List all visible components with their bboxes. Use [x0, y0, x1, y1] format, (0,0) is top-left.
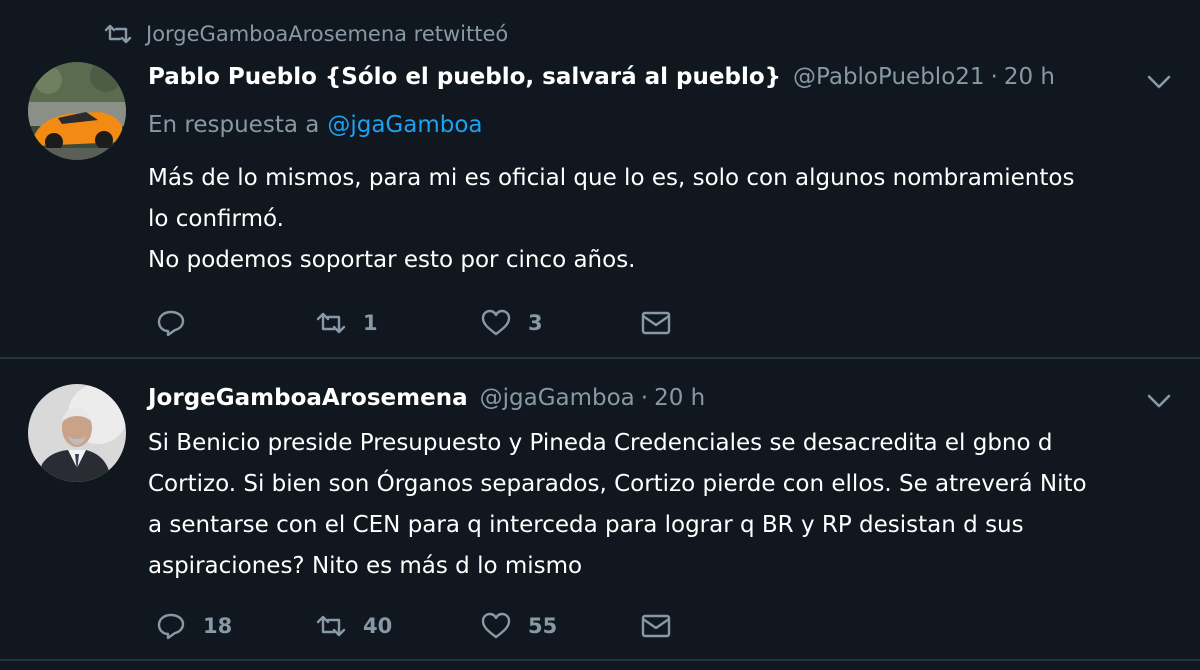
heart-icon — [481, 612, 511, 639]
like-button[interactable]: 3 — [480, 308, 640, 338]
avatar[interactable] — [28, 62, 126, 160]
direct-message-button[interactable] — [640, 308, 672, 338]
reply-button[interactable]: 18 — [155, 611, 315, 641]
like-count: 3 — [528, 311, 543, 335]
tweet-text-line: a sentarse con el CEN para q interceda p… — [148, 512, 1024, 538]
retweet-button[interactable]: 1 — [315, 308, 480, 338]
like-count: 55 — [528, 614, 558, 638]
avatar-image — [28, 384, 126, 482]
retweet-icon — [316, 312, 346, 334]
tweet-text: Más de lo mismos, para mi es oficial que… — [148, 158, 1168, 281]
tweet[interactable]: JorgeGamboaArosemena retwitteó Pablo Pue… — [0, 0, 1200, 359]
avatar[interactable] — [28, 384, 126, 482]
reply-icon — [157, 310, 185, 337]
tweet-text-line: No podemos soportar esto por cinco años. — [148, 247, 636, 273]
tweet-text-line: aspiraciones? Nito es más d lo mismo — [148, 553, 583, 579]
tweet-actions: 1 3 — [155, 308, 672, 338]
tweet-actions: 18 40 55 — [155, 611, 672, 641]
display-name[interactable]: Pablo Pueblo {Sólo el pueblo, salvará al… — [148, 64, 781, 90]
reply-count: 18 — [203, 614, 233, 638]
timestamp[interactable]: 20 h — [654, 385, 705, 411]
separator: · — [990, 64, 998, 90]
tweet-text: Si Benicio preside Presupuesto y Pineda … — [148, 423, 1168, 587]
envelope-icon — [641, 311, 671, 335]
separator: · — [640, 385, 649, 411]
chevron-down-icon[interactable] — [1146, 74, 1172, 90]
tweet-text-line: lo confirmó. — [148, 206, 284, 232]
envelope-icon — [641, 614, 671, 638]
like-button[interactable]: 55 — [480, 611, 640, 641]
retweet-context-text: JorgeGamboaArosemena retwitteó — [146, 22, 509, 46]
reply-to-mention[interactable]: @jgaGamboa — [327, 112, 482, 138]
user-handle[interactable]: @PabloPueblo21 — [793, 64, 985, 90]
retweet-icon — [316, 615, 346, 637]
retweet-count: 40 — [363, 614, 393, 638]
reply-to-label: En respuesta a — [148, 112, 320, 138]
retweet-count: 1 — [363, 311, 378, 335]
retweet-context: JorgeGamboaArosemena retwitteó — [104, 22, 508, 46]
retweet-button[interactable]: 40 — [315, 611, 480, 641]
reply-to: En respuesta a @jgaGamboa — [148, 112, 483, 138]
tweet-header: JorgeGamboaArosemena @jgaGamboa · 20 h — [148, 385, 705, 411]
user-handle[interactable]: @jgaGamboa — [480, 385, 635, 411]
heart-icon — [481, 309, 511, 336]
timeline: JorgeGamboaArosemena retwitteó Pablo Pue… — [0, 0, 1200, 670]
tweet[interactable]: JorgeGamboaArosemena @jgaGamboa · 20 h S… — [0, 361, 1200, 661]
tweet-header: Pablo Pueblo {Sólo el pueblo, salvará al… — [148, 64, 1055, 90]
reply-icon — [157, 613, 185, 640]
reply-button[interactable] — [155, 308, 315, 338]
tweet-text-line: Si Benicio preside Presupuesto y Pineda … — [148, 430, 1053, 456]
timestamp[interactable]: 20 h — [1004, 64, 1055, 90]
avatar-image — [28, 62, 126, 160]
direct-message-button[interactable] — [640, 611, 672, 641]
retweet-icon — [104, 24, 132, 44]
tweet-text-line: Más de lo mismos, para mi es oficial que… — [148, 165, 1075, 191]
display-name[interactable]: JorgeGamboaArosemena — [148, 385, 468, 411]
tweet-text-line: Cortizo. Si bien son Órganos separados, … — [148, 471, 1087, 497]
chevron-down-icon[interactable] — [1146, 393, 1172, 409]
